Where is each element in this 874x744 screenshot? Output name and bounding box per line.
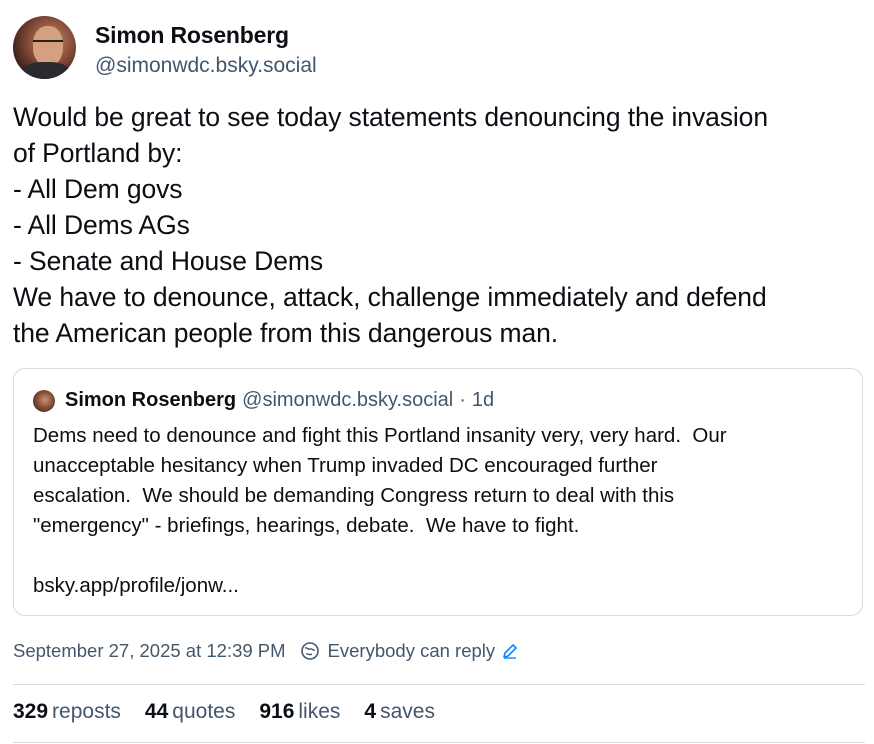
reposts-count: 329 [13,700,49,723]
author-handle[interactable]: @simonwdc.bsky.social [95,52,317,80]
quoted-text-line: unacceptable hesitancy when Trump invade… [33,454,658,477]
quoted-text-line: escalation. We should be demanding Congr… [33,484,675,507]
quoted-author-avatar[interactable] [33,389,55,412]
divider [13,684,865,685]
quotes-count: 44 [144,700,169,723]
post-timestamp[interactable]: September 27, 2025 at 12:39 PM [13,640,286,662]
quoted-text-blank-line [33,541,853,571]
post-text-line: We have to denounce, attack, challenge i… [13,282,767,312]
saves-count: 4 [364,700,377,723]
quoted-author-handle[interactable]: @simonwdc.bsky.social [242,389,453,412]
reply-setting-label[interactable]: Everybody can reply [328,640,496,662]
quotes-stat[interactable]: 44 quotes [145,700,235,724]
quoted-post-card[interactable]: Simon Rosenberg @simonwdc.bsky.social · … [13,368,863,616]
saves-stat[interactable]: 4 saves [364,700,435,724]
author-block: Simon Rosenberg @simonwdc.bsky.social [95,21,317,80]
reposts-stat[interactable]: 329 reposts [13,700,121,724]
quoted-author-display-name[interactable]: Simon Rosenberg [65,389,236,412]
quotes-label: quotes [172,700,236,723]
divider [13,742,865,743]
pencil-icon[interactable] [501,642,519,660]
engagement-stats-row: 329 reposts 44 quotes 916 likes 4 saves [13,700,459,724]
likes-stat[interactable]: 916 likes [259,700,340,724]
post-text-line: the American people from this dangerous … [13,318,559,348]
likes-label: likes [298,700,341,723]
post-text-line: - All Dem govs [13,174,183,204]
reposts-label: reposts [52,700,121,723]
author-display-name[interactable]: Simon Rosenberg [95,21,317,49]
quoted-separator: · [459,389,466,411]
likes-count: 916 [259,700,295,723]
quoted-text-line: "emergency" - briefings, hearings, debat… [33,514,580,537]
quoted-post-text: Dems need to denounce and fight this Por… [33,421,853,601]
post-text: Would be great to see today statements d… [13,99,865,351]
post-text-line: Would be great to see today statements d… [13,102,768,132]
quoted-post-time[interactable]: 1d [472,389,494,412]
post-text-line: - All Dems AGs [13,210,190,240]
author-avatar[interactable] [13,16,76,79]
quoted-post-header: Simon Rosenberg @simonwdc.bsky.social · … [33,389,494,412]
post-text-line: - Senate and House Dems [13,246,323,276]
post-text-line: of Portland by: [13,138,183,168]
post-meta-row: September 27, 2025 at 12:39 PM Everybody… [13,640,519,662]
saves-label: saves [380,700,435,723]
quoted-text-line: Dems need to denounce and fight this Por… [33,424,727,447]
quoted-link-text[interactable]: bsky.app/profile/jonw... [33,571,853,601]
globe-reply-icon [300,641,320,661]
post-header: Simon Rosenberg @simonwdc.bsky.social [13,16,317,80]
